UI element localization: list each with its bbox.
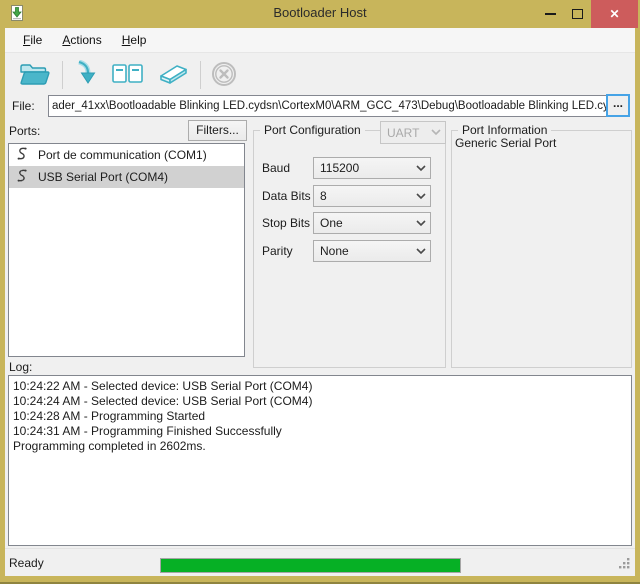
copy-documents-icon <box>110 60 146 91</box>
baud-select[interactable]: 115200 <box>313 157 431 179</box>
bootloader-host-window: { "window": { "title": "Bootloader Host"… <box>0 0 640 584</box>
port-list-item-com4[interactable]: USB Serial Port (COM4) <box>9 166 244 188</box>
program-button[interactable] <box>69 58 103 92</box>
status-text: Ready <box>9 556 44 570</box>
menu-bar: File Actions Help <box>5 28 635 53</box>
menu-actions[interactable]: Actions <box>52 29 111 51</box>
abort-button[interactable] <box>207 58 241 92</box>
chevron-down-icon <box>427 129 445 136</box>
toolbar-separator <box>62 61 63 89</box>
chevron-down-icon <box>412 220 430 227</box>
toolbar-separator <box>200 61 201 89</box>
data-bits-label: Data Bits <box>262 189 311 203</box>
file-path-input[interactable]: ader_41xx\Bootloadable Blinking LED.cyds… <box>48 95 608 117</box>
port-item-label: USB Serial Port (COM4) <box>38 170 168 184</box>
minimize-button[interactable] <box>537 0 563 28</box>
close-icon: ✕ <box>609 7 619 21</box>
log-line: 10:24:24 AM - Selected device: USB Seria… <box>13 394 627 409</box>
maximize-button[interactable] <box>563 0 591 28</box>
port-list-item-com1[interactable]: Port de communication (COM1) <box>9 144 244 166</box>
port-type-select[interactable]: UART <box>380 121 446 144</box>
filters-button[interactable]: Filters... <box>188 120 247 141</box>
serial-port-icon <box>14 168 29 187</box>
verify-button[interactable] <box>107 58 149 92</box>
toolbar <box>5 54 635 96</box>
port-configuration-title: Port Configuration <box>260 123 365 137</box>
close-button[interactable]: ✕ <box>591 0 638 28</box>
ports-list: Port de communication (COM1) USB Serial … <box>8 143 245 357</box>
log-line: Programming completed in 2602ms. <box>13 439 627 454</box>
erase-button[interactable] <box>153 58 193 92</box>
abort-icon <box>210 60 238 91</box>
port-information-title: Port Information <box>458 123 551 137</box>
parity-label: Parity <box>262 244 293 258</box>
stop-bits-label: Stop Bits <box>262 216 310 230</box>
log-line: 10:24:28 AM - Programming Started <box>13 409 627 424</box>
menu-help[interactable]: Help <box>112 29 157 51</box>
chevron-down-icon <box>412 165 430 172</box>
log-label: Log: <box>9 360 32 374</box>
baud-label: Baud <box>262 161 290 175</box>
stop-bits-select[interactable]: One <box>313 212 431 234</box>
file-label: File: <box>12 99 35 113</box>
chevron-down-icon <box>412 248 430 255</box>
status-bar: Ready <box>5 548 635 576</box>
title-bar[interactable]: Bootloader Host ✕ <box>0 0 640 28</box>
port-information-group: Port Information <box>451 130 632 368</box>
log-line: 10:24:31 AM - Programming Finished Succe… <box>13 424 627 439</box>
log-output[interactable]: 10:24:22 AM - Selected device: USB Seria… <box>8 375 632 546</box>
maximize-icon <box>572 9 583 19</box>
data-bits-select[interactable]: 8 <box>313 185 431 207</box>
chevron-down-icon <box>412 193 430 200</box>
window-content: File Actions Help <box>5 28 635 576</box>
port-item-label: Port de communication (COM1) <box>38 148 207 162</box>
resize-grip-icon[interactable] <box>618 557 630 572</box>
parity-select[interactable]: None <box>313 240 431 262</box>
browse-button[interactable]: ... <box>606 94 630 117</box>
progress-bar-fill <box>161 559 460 572</box>
serial-port-icon <box>14 146 29 165</box>
download-arrow-icon <box>72 60 100 91</box>
menu-file[interactable]: File <box>13 29 52 51</box>
eraser-icon <box>156 60 190 91</box>
ports-label: Ports: <box>9 124 40 138</box>
open-folder-icon <box>18 60 52 91</box>
minimize-icon <box>545 13 556 15</box>
progress-bar <box>160 558 461 573</box>
log-line: 10:24:22 AM - Selected device: USB Seria… <box>13 379 627 394</box>
open-file-button[interactable] <box>15 58 55 92</box>
port-information-content: Generic Serial Port <box>455 136 556 150</box>
